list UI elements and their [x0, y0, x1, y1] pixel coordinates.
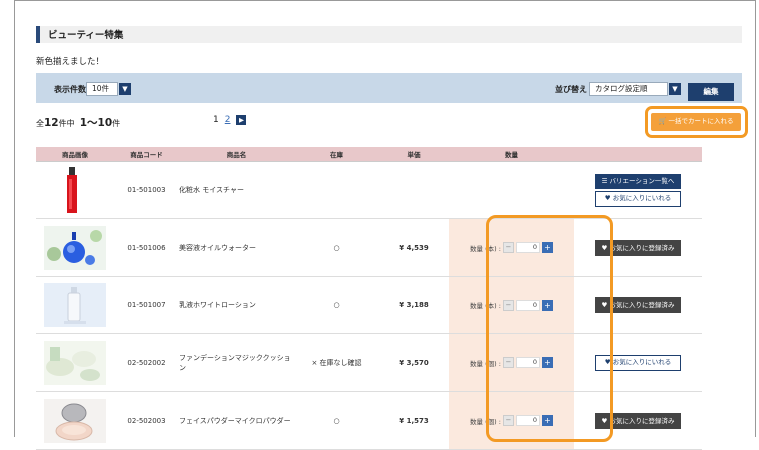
heart-icon: ♥: [604, 357, 611, 366]
qty-cell: 数量 (個) : − 0 +: [449, 333, 574, 392]
col-qty: 数量: [449, 147, 574, 162]
product-image[interactable]: [36, 276, 114, 334]
bulk-add-to-cart-button[interactable]: 🛒 一括でカートに入れる: [651, 113, 741, 131]
result-count: 全12件中 1〜10件: [36, 117, 121, 129]
product-code: 02-502002: [114, 333, 179, 392]
edit-button[interactable]: 編集: [688, 83, 734, 101]
heart-icon: ♥: [601, 301, 608, 309]
next-page-icon[interactable]: ▶: [236, 115, 247, 125]
stock: × 在庫なし確認: [294, 333, 379, 392]
qty-input[interactable]: 0: [515, 299, 540, 311]
product-code: 01-501007: [114, 276, 179, 334]
chevron-down-icon[interactable]: ▼: [669, 83, 681, 95]
subtitle: 新色揃えました！: [36, 57, 105, 67]
qty-minus-button[interactable]: −: [502, 357, 514, 368]
page-2-link[interactable]: 2: [225, 115, 231, 125]
section-title: ビューティー特集: [48, 30, 124, 41]
heart-icon: ♥: [601, 416, 608, 425]
stock: ○: [294, 276, 379, 334]
action-cell: ☰ バリエーション一覧へ ♥ お気に入りにいれる: [574, 161, 702, 219]
qty-minus-button[interactable]: −: [502, 415, 514, 426]
qty-plus-button[interactable]: +: [541, 299, 553, 311]
heart-icon: ♥: [601, 243, 608, 252]
col-name: 商品名: [179, 147, 294, 162]
qty-input[interactable]: 0: [515, 415, 540, 426]
product-name[interactable]: 美容液オイルウォーター: [179, 218, 294, 277]
table-row: 01-501003 化粧水 モイスチャー ☰ バリエーション一覧へ ♥ お気に入…: [36, 161, 702, 219]
table-row: 02-502003 フェイスパウダーマイクロパウダー ○ ¥ 1,573 数量 …: [36, 391, 702, 450]
pagination: 1 2 ▶: [213, 115, 247, 125]
variation-list-button[interactable]: ☰ バリエーション一覧へ: [595, 173, 681, 189]
favorite-registered-button[interactable]: ♥ お気に入りに登録済み: [595, 239, 681, 256]
qty-cell: 数量 (本) : − 0 +: [449, 276, 574, 334]
display-count-select[interactable]: 10件: [86, 82, 118, 96]
qty-label: 数量 (本) :: [470, 244, 501, 253]
table-header: 商品画像 商品コード 商品名 在庫 単価 数量: [36, 147, 702, 162]
stock: ○: [294, 391, 379, 450]
qty-label: 数量 (個) :: [470, 359, 501, 368]
page-1: 1: [213, 115, 219, 125]
product-name[interactable]: 乳液ホワイトローション: [179, 276, 294, 334]
favorite-registered-button[interactable]: ♥ お気に入りに登録済み: [595, 412, 681, 429]
table-row: 01-501006 美容液オイルウォーター ○ ¥ 4,539 数量 (本) :…: [36, 218, 702, 277]
add-favorite-button[interactable]: ♥ お気に入りにいれる: [595, 190, 681, 207]
col-code: 商品コード: [114, 147, 179, 162]
price: [379, 161, 449, 219]
section-title-bar: ビューティー特集: [36, 26, 742, 43]
qty-cell: 数量 (本) : − 0 +: [449, 218, 574, 277]
table-row: 02-502002 ファンデーションマジッククッション × 在庫なし確認 ¥ 3…: [36, 333, 702, 392]
sort-select[interactable]: カタログ設定順: [589, 82, 668, 96]
product-code: 01-501003: [114, 161, 179, 219]
product-image[interactable]: [36, 218, 114, 277]
stock: [294, 161, 379, 219]
product-code: 01-501006: [114, 218, 179, 277]
col-image: 商品画像: [36, 147, 114, 162]
product-name[interactable]: 化粧水 モイスチャー: [179, 161, 294, 219]
action-cell: ♥ お気に入りに登録済み: [574, 276, 702, 334]
product-image[interactable]: [36, 391, 114, 450]
stock: ○: [294, 218, 379, 277]
price: ¥ 3,188: [379, 276, 449, 334]
qty-plus-button[interactable]: +: [541, 415, 553, 426]
qty-minus-button[interactable]: −: [502, 242, 514, 253]
favorite-registered-button[interactable]: ♥ お気に入りに登録済み: [595, 297, 681, 313]
product-table: 商品画像 商品コード 商品名 在庫 単価 数量 01-501003 化粧水 モイ…: [36, 147, 702, 450]
display-count-label: 表示件数: [54, 85, 86, 94]
chevron-down-icon[interactable]: ▼: [119, 83, 131, 95]
action-cell: ♥ お気に入りに登録済み: [574, 391, 702, 450]
qty-cell: 数量 (個) : − 0 +: [449, 391, 574, 450]
heart-icon: ♥: [604, 193, 611, 202]
qty-minus-button[interactable]: −: [502, 299, 514, 311]
qty-input[interactable]: 0: [515, 357, 540, 368]
action-cell: ♥ お気に入りに登録済み: [574, 218, 702, 277]
qty-input[interactable]: 0: [515, 242, 540, 253]
qty-plus-button[interactable]: +: [541, 242, 553, 253]
table-row: 01-501007 乳液ホワイトローション ○ ¥ 3,188 数量 (本) :…: [36, 276, 702, 334]
add-favorite-button[interactable]: ♥ お気に入りにいれる: [595, 354, 681, 371]
price: ¥ 3,570: [379, 333, 449, 392]
product-name[interactable]: フェイスパウダーマイクロパウダー: [179, 391, 294, 450]
col-price: 単価: [379, 147, 449, 162]
action-cell: ♥ お気に入りにいれる: [574, 333, 702, 392]
qty-plus-button[interactable]: +: [541, 357, 553, 368]
product-code: 02-502003: [114, 391, 179, 450]
qty-cell: [449, 161, 574, 219]
qty-label: 数量 (本) :: [470, 302, 501, 310]
sort-label: 並び替え: [555, 85, 587, 94]
col-stock: 在庫: [294, 147, 379, 162]
price: ¥ 4,539: [379, 218, 449, 277]
product-image[interactable]: [36, 333, 114, 392]
price: ¥ 1,573: [379, 391, 449, 450]
qty-label: 数量 (個) :: [470, 417, 501, 426]
product-name[interactable]: ファンデーションマジッククッション: [179, 333, 294, 392]
col-action: [574, 147, 702, 162]
product-image[interactable]: [36, 161, 114, 219]
